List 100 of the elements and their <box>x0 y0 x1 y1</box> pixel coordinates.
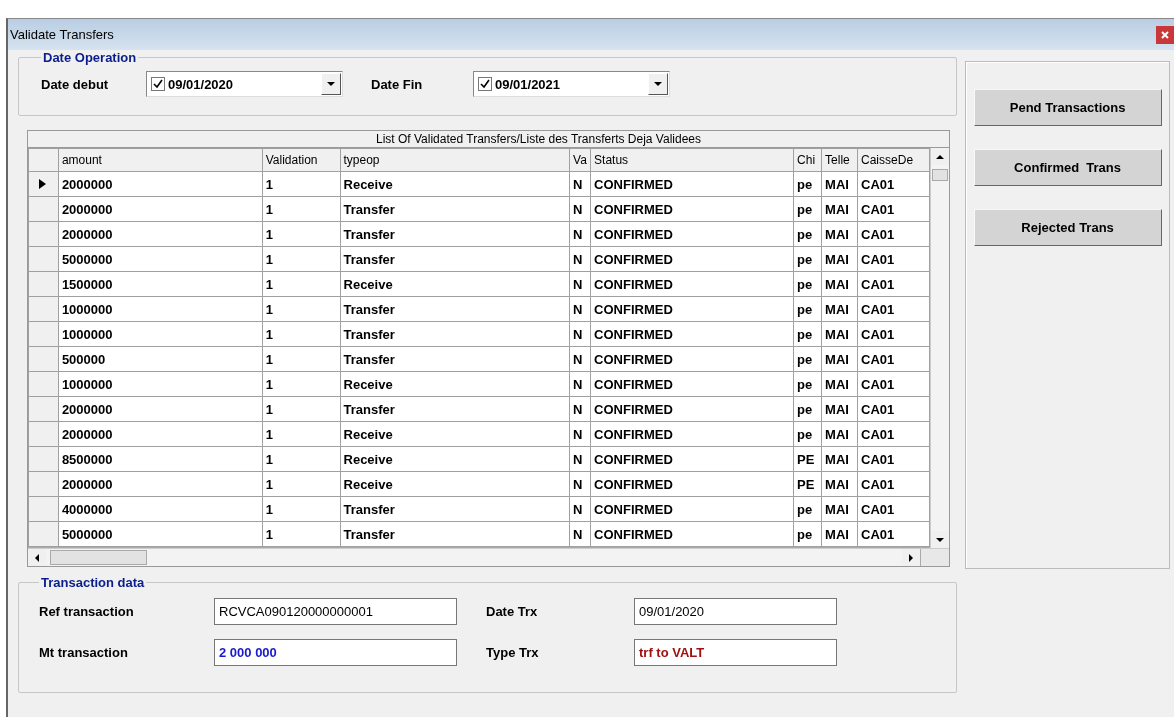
table-cell: Transfer <box>340 296 570 322</box>
table-cell: 1500000 <box>58 271 263 297</box>
table-cell: Transfer <box>340 346 570 372</box>
column-header[interactable]: typeop <box>340 148 570 172</box>
column-header[interactable]: Validation <box>262 148 340 172</box>
table-cell: 1 <box>262 396 340 422</box>
column-header[interactable]: Status <box>590 148 794 172</box>
table-cell: 1 <box>262 321 340 347</box>
table-cell: 1 <box>262 221 340 247</box>
scroll-thumb[interactable] <box>932 169 948 181</box>
caret-icon[interactable] <box>654 82 662 86</box>
table-cell: 1000000 <box>58 321 263 347</box>
table-cell: 2000000 <box>58 221 263 247</box>
column-header[interactable]: Telle <box>821 148 858 172</box>
table-cell: CONFIRMED <box>590 446 794 472</box>
table-cell: Transfer <box>340 396 570 422</box>
table-cell: CONFIRMED <box>590 346 794 372</box>
table-cell: Transfer <box>340 246 570 272</box>
table-cell: Transfer <box>340 196 570 222</box>
table-cell: CONFIRMED <box>590 296 794 322</box>
table-cell: CONFIRMED <box>590 171 794 197</box>
table-cell: 4000000 <box>58 496 263 522</box>
row-pointer-icon <box>39 179 46 189</box>
date-picker[interactable]: 09/01/2020 <box>146 71 343 97</box>
table-cell: 1 <box>262 246 340 272</box>
table-cell: CONFIRMED <box>590 371 794 397</box>
table-cell: Receive <box>340 271 570 297</box>
table-cell: 1 <box>262 346 340 372</box>
dropdown-button[interactable] <box>321 73 341 95</box>
text-field[interactable]: 2 000 000 <box>214 639 457 666</box>
field-label: Ref transaction <box>39 604 135 619</box>
table-cell: CONFIRMED <box>590 396 794 422</box>
table-cell: Transfer <box>340 521 570 547</box>
field-label: Type Trx <box>486 645 540 660</box>
table-cell: 1 <box>262 196 340 222</box>
table-cell: 1 <box>262 471 340 497</box>
text-field[interactable]: RCVCA090120000000001 <box>214 598 457 625</box>
table-cell: Transfer <box>340 321 570 347</box>
table-cell: Receive <box>340 371 570 397</box>
text-field[interactable]: 09/01/2020 <box>634 598 837 625</box>
table-cell: 2000000 <box>58 471 263 497</box>
table-cell: Receive <box>340 471 570 497</box>
table-cell: 2000000 <box>58 196 263 222</box>
table-cell: 5000000 <box>58 246 263 272</box>
scroll-down-icon[interactable] <box>936 537 944 542</box>
table-cell: 1 <box>262 296 340 322</box>
column-header[interactable]: Chi <box>793 148 822 172</box>
table-cell: CONFIRMED <box>590 221 794 247</box>
group-title: Date Operation <box>42 50 138 65</box>
horizontal-scrollbar[interactable] <box>28 548 949 566</box>
grid-caption: List Of Validated Transfers/Liste des Transferts Deja Validees <box>28 131 949 148</box>
caret-icon[interactable] <box>327 82 335 86</box>
field-label: Date Fin <box>371 76 424 92</box>
table-cell: CONFIRMED <box>590 471 794 497</box>
table-cell: 2000000 <box>58 171 263 197</box>
action-button[interactable]: Confirmed Trans <box>973 149 1162 186</box>
table-cell: 1000000 <box>58 296 263 322</box>
close-icon[interactable] <box>1161 30 1169 39</box>
table-cell: 1 <box>262 521 340 547</box>
checkbox[interactable] <box>478 77 492 91</box>
group-title: Transaction data <box>40 575 146 590</box>
table-cell: Transfer <box>340 221 570 247</box>
action-button[interactable]: Pend Transactions <box>973 89 1162 126</box>
text-field[interactable]: trf to VALT <box>634 639 837 666</box>
scroll-right-icon[interactable] <box>909 553 913 562</box>
table-cell: 5000000 <box>58 521 263 547</box>
scroll-up-icon[interactable] <box>936 154 944 159</box>
table-cell: Transfer <box>340 496 570 522</box>
date-picker[interactable]: 09/01/2021 <box>473 71 670 97</box>
table-cell: CONFIRMED <box>590 246 794 272</box>
window-title: Validate Transfers <box>10 27 114 42</box>
table-cell: CONFIRMED <box>590 496 794 522</box>
checkbox[interactable] <box>151 77 165 91</box>
field-label: Mt transaction <box>39 645 129 660</box>
table-cell: CONFIRMED <box>590 421 794 447</box>
table-cell: 1 <box>262 421 340 447</box>
table-cell: 1 <box>262 496 340 522</box>
table-cell: 1 <box>262 271 340 297</box>
table-cell: 500000 <box>58 346 263 372</box>
table-cell: Receive <box>340 446 570 472</box>
column-header[interactable]: Va <box>569 148 591 172</box>
table-cell: CONFIRMED <box>590 321 794 347</box>
table-cell: CONFIRMED <box>590 196 794 222</box>
action-button[interactable]: Rejected Trans <box>973 209 1162 246</box>
table-cell: 1 <box>262 371 340 397</box>
field-label: Date Trx <box>486 604 539 619</box>
scroll-thumb[interactable] <box>50 550 147 565</box>
table-cell: Receive <box>340 421 570 447</box>
vertical-scrollbar[interactable] <box>930 148 949 548</box>
table-cell: CONFIRMED <box>590 521 794 547</box>
dropdown-button[interactable] <box>648 73 668 95</box>
table-cell: 1000000 <box>58 371 263 397</box>
scroll-left-icon[interactable] <box>35 553 39 562</box>
column-header[interactable]: CaisseDe <box>857 148 930 172</box>
row-header[interactable] <box>28 171 59 197</box>
column-header[interactable]: amount <box>58 148 263 172</box>
table-cell: 1 <box>262 171 340 197</box>
close-button[interactable] <box>1156 25 1174 44</box>
table-cell: CONFIRMED <box>590 271 794 297</box>
table-cell: Receive <box>340 171 570 197</box>
